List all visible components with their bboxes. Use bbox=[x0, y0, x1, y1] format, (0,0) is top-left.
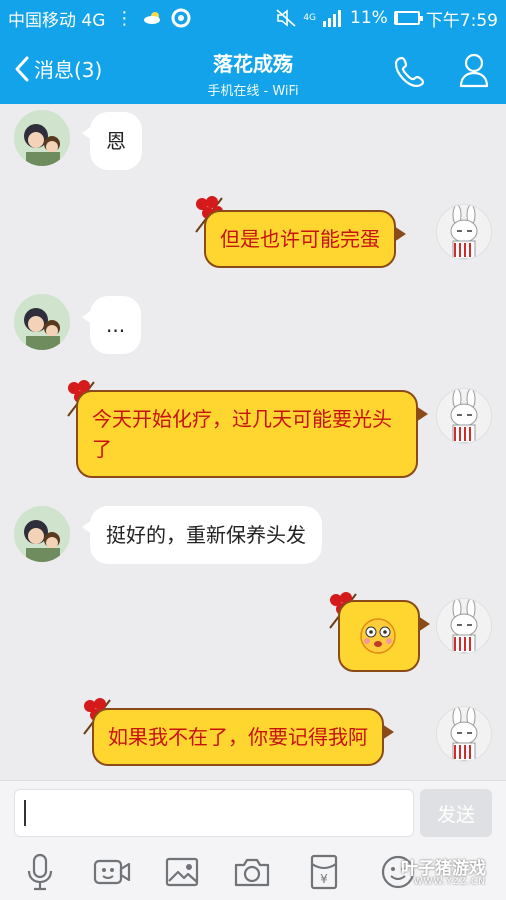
message-text: 恩 bbox=[106, 129, 126, 153]
weather-icon bbox=[144, 12, 161, 24]
message-bubble[interactable]: 恩 bbox=[82, 112, 142, 170]
message-text: 但是也许可能完蛋 bbox=[220, 227, 380, 251]
contact-avatar[interactable] bbox=[14, 294, 70, 350]
more-notifications-icon: ⋮ bbox=[115, 7, 133, 29]
camera-icon bbox=[234, 858, 270, 887]
message-bubble[interactable]: ... bbox=[81, 296, 142, 354]
message-text: ... bbox=[106, 313, 126, 337]
rabbit-avatar-icon bbox=[450, 599, 478, 653]
anime-boy-avatar-icon bbox=[14, 506, 70, 562]
phone-icon bbox=[394, 56, 425, 88]
watermark-url: WWW.YZZ.CN bbox=[413, 877, 486, 887]
contact-avatar[interactable] bbox=[14, 506, 70, 562]
microphone-icon bbox=[27, 853, 53, 891]
my-avatar[interactable] bbox=[436, 388, 492, 444]
chat-header: 消息(3) 落花成殇 手机在线 - WiFi bbox=[0, 36, 506, 104]
anime-boy-avatar-icon bbox=[14, 110, 70, 166]
message-text: 挺好的，重新保养头发 bbox=[106, 523, 306, 547]
battery-percent: 11% bbox=[350, 8, 388, 28]
text-cursor bbox=[24, 800, 26, 826]
camera-button[interactable] bbox=[232, 852, 272, 892]
rabbit-avatar-icon bbox=[450, 205, 478, 259]
video-button[interactable] bbox=[92, 852, 132, 892]
red-packet-icon: ¥ bbox=[310, 854, 338, 890]
watermark-main: 叶子猪游戏 bbox=[401, 859, 486, 879]
input-bar: 发送 bbox=[0, 780, 506, 842]
image-icon bbox=[165, 857, 199, 887]
video-icon bbox=[93, 859, 131, 885]
message-input[interactable] bbox=[14, 789, 414, 837]
profile-button[interactable] bbox=[458, 52, 490, 92]
online-status: 手机在线 - WiFi bbox=[207, 84, 299, 99]
anime-boy-avatar-icon bbox=[14, 294, 70, 350]
carrier-label: 中国移动 4G bbox=[8, 10, 106, 31]
chat-title: 落花成殇 bbox=[213, 52, 293, 76]
contact-avatar[interactable] bbox=[14, 110, 70, 166]
mute-icon bbox=[276, 9, 296, 27]
status-bar: 中国移动 4G ⋮ 4G 11% 下午7:59 bbox=[0, 0, 506, 36]
my-avatar[interactable] bbox=[436, 706, 492, 762]
image-button[interactable] bbox=[162, 852, 202, 892]
my-avatar[interactable] bbox=[436, 204, 492, 260]
send-button[interactable]: 发送 bbox=[420, 789, 492, 837]
message-list[interactable]: 恩 但是也许可能完蛋 ... 今天开始化疗，过几天可能要光头了 挺好的，重新保养… bbox=[0, 104, 506, 780]
call-button[interactable] bbox=[394, 54, 428, 92]
message-bubble[interactable]: 挺好的，重新保养头发 bbox=[82, 506, 322, 564]
message-text: 如果我不在了，你要记得我阿 bbox=[108, 725, 368, 749]
person-icon bbox=[459, 53, 489, 88]
signal-icon bbox=[323, 10, 342, 27]
network-type: 4G bbox=[303, 12, 317, 23]
message-bubble[interactable]: 今天开始化疗，过几天可能要光头了 bbox=[76, 390, 428, 478]
rabbit-avatar-icon bbox=[450, 707, 478, 761]
svg-text:¥: ¥ bbox=[320, 872, 328, 886]
browser-icon bbox=[171, 8, 191, 28]
clock: 下午7:59 bbox=[425, 10, 498, 31]
rabbit-avatar-icon bbox=[450, 389, 478, 443]
message-text: 今天开始化疗，过几天可能要光头了 bbox=[92, 407, 392, 461]
surprised-face-icon bbox=[360, 618, 396, 654]
battery-icon bbox=[393, 11, 423, 25]
message-bubble[interactable] bbox=[338, 600, 430, 672]
voice-button[interactable] bbox=[20, 852, 60, 892]
message-bubble[interactable]: 如果我不在了，你要记得我阿 bbox=[92, 708, 394, 766]
my-avatar[interactable] bbox=[436, 598, 492, 654]
message-bubble[interactable]: 但是也许可能完蛋 bbox=[204, 210, 406, 268]
red-packet-button[interactable]: ¥ bbox=[304, 852, 344, 892]
watermark: 叶子猪游戏 WWW.YZZ.CN bbox=[401, 854, 486, 887]
